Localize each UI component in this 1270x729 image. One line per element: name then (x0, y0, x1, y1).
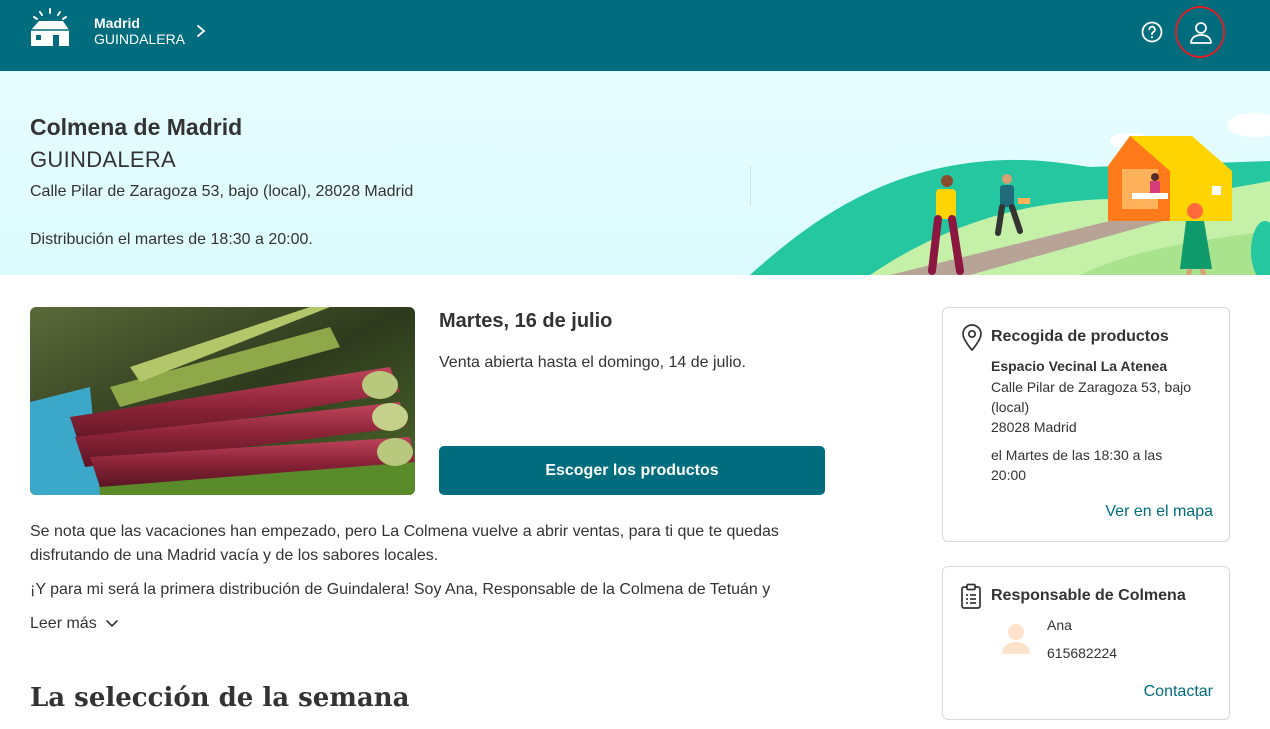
pickup-city: 28028 Madrid (991, 419, 1077, 435)
hive-subtitle: GUINDALERA (30, 147, 177, 172)
contact-link[interactable]: Contactar (1144, 683, 1213, 701)
hive-address: Calle Pilar de Zaragoza 53, bajo (local)… (30, 183, 414, 200)
distribution-time: Distribución el martes de 18:30 a 20:00. (30, 231, 313, 248)
pickup-card: Recogida de productos Espacio Vecinal La… (942, 307, 1230, 542)
market-illustration (750, 113, 1270, 275)
sale-status: Venta abierta hasta el domingo, 14 de ju… (439, 354, 746, 371)
chevron-down-icon (105, 620, 118, 628)
hive-description: Se nota que las vacaciones han empezado,… (30, 520, 830, 578)
chevron-right-icon[interactable] (194, 22, 208, 40)
hive-hero-banner: Colmena de Madrid GUINDALERA Calle Pilar… (0, 71, 1270, 275)
manager-phone: 615682224 (1047, 645, 1118, 661)
pickup-place: Espacio Vecinal La Atenea (991, 358, 1168, 374)
hive-selector[interactable]: Madrid GUINDALERA (94, 15, 185, 47)
hive-title: Colmena de Madrid (30, 114, 243, 140)
user-icon (1190, 22, 1212, 44)
hive-name: GUINDALERA (94, 31, 186, 47)
hive-city: Madrid (94, 15, 140, 31)
view-map-link[interactable]: Ver en el mapa (1105, 503, 1213, 521)
description-paragraph-truncated: ¡Y para mi será la primera distribución … (30, 581, 771, 598)
description-paragraph: Se nota que las vacaciones han empezado,… (30, 523, 779, 564)
sale-date: Martes, 16 de julio (439, 310, 613, 332)
read-more-label: Leer más (30, 615, 97, 632)
hive-house-logo[interactable] (29, 8, 71, 48)
manager-name: Ana (1047, 617, 1072, 633)
choose-products-button[interactable]: Escoger los productos (439, 446, 825, 495)
pickup-address: Calle Pilar de Zaragoza 53, bajo (local)… (991, 377, 1221, 437)
weekly-selection-heading: La selección de la semana (30, 683, 410, 713)
user-account-button[interactable] (1175, 6, 1225, 58)
pickup-street: Calle Pilar de Zaragoza 53, bajo (local) (991, 379, 1192, 415)
top-navigation-bar: Madrid GUINDALERA (0, 0, 1270, 71)
product-photo (30, 307, 415, 495)
clipboard-icon (961, 583, 981, 609)
read-more-toggle[interactable]: Leer más (30, 615, 119, 633)
avatar (1002, 624, 1030, 654)
help-icon[interactable] (1140, 20, 1164, 44)
location-pin-icon (962, 324, 982, 352)
manager-title: Responsable de Colmena (991, 587, 1186, 604)
pickup-schedule: el Martes de las 18:30 a las 20:00 (991, 447, 1163, 483)
manager-card: Responsable de Colmena Ana 615682224 Con… (942, 566, 1230, 720)
pickup-title: Recogida de productos (991, 328, 1169, 345)
